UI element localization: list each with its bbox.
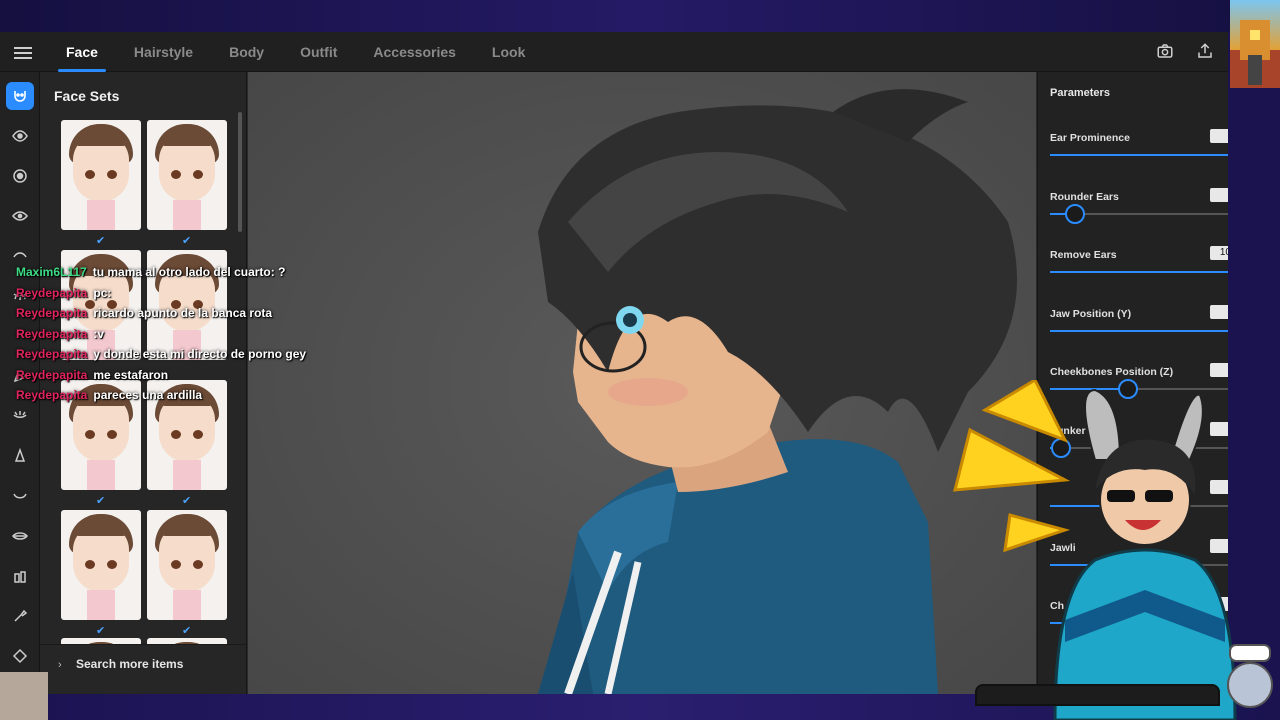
tab-accessories[interactable]: Accessories [355,32,474,72]
stream-chat-overlay: Maxim6L117 tu mama al otro lado del cuart… [16,262,376,406]
search-more-label: Search more items [76,657,184,671]
brush-icon[interactable] [6,602,34,630]
shape-icon[interactable] [6,642,34,670]
chat-username: Reydepapita [16,306,88,320]
parameter-label: Remove Ears [1050,249,1117,261]
webcam-thumbnail [0,672,48,720]
parameter-label: Jaw Position (Y) [1050,307,1132,320]
bottle-icon[interactable] [6,562,34,590]
face-set-thumbnail-1[interactable] [61,120,141,230]
parameter-row: Jaw Position (Y) 1.000 [1050,304,1228,363]
face-set-icon[interactable] [6,82,34,110]
face-sets-title: Face Sets [54,88,120,104]
parameter-value-field[interactable]: 100.000 [1210,246,1228,260]
parameter-label: Cheekbones Position (Z) [1050,366,1174,378]
chat-message: Reydepapita :v [16,324,376,345]
category-tabs: Face Hairstyle Body Outfit Accessories L… [48,32,543,72]
chat-message: Reydepapita me estafaron [16,365,376,386]
parameter-slider-knob[interactable] [1065,203,1086,224]
tablet-desk-overlay [975,684,1220,706]
chat-message: Reydepapita y donde esta mi directo de po… [16,344,376,365]
parameter-slider-track[interactable] [1050,271,1228,273]
top-bar: Face Hairstyle Body Outfit Accessories L… [0,32,1228,72]
chat-username: Reydepapita [16,285,88,300]
chat-message: Reydepapita pareces una ardilla [16,385,376,406]
parameter-value-field[interactable]: -0.290 [1210,363,1228,377]
parameter-value-field[interactable]: 0.084 [1210,187,1228,202]
face-set-thumbnail-7[interactable] [61,510,141,620]
lash-curve-icon[interactable] [6,402,34,430]
parameter-row: Ear Prominence 1.000 [1050,129,1228,187]
face-set-thumbnail-8[interactable] [147,510,227,620]
parameter-value-field[interactable]: 1.000 [1210,304,1228,319]
chat-text: :v [93,326,105,341]
parameter-label: Ear Prominence [1050,132,1130,144]
chevron-right-icon: › [58,659,62,671]
chat-text: y donde esta mi directo de porno gey [93,347,307,361]
camera-icon[interactable] [1156,42,1174,60]
parameter-row: Rounder Ears 0.084 [1050,187,1228,246]
share-icon[interactable] [1196,42,1214,60]
tab-hairstyle[interactable]: Hairstyle [116,32,211,72]
parameters-title: Parameters [1050,87,1110,99]
chat-text: pc: [93,285,112,300]
nose-icon[interactable] [6,442,34,470]
chat-username: Reydepapita [16,326,88,341]
parameter-label: Rounder Ears [1050,190,1119,203]
chat-text: ricardo apunto de la banca rota [93,306,273,320]
brow-icon[interactable] [6,162,34,190]
tab-body[interactable]: Body [211,32,282,72]
chat-message: Maxim6L117 tu mama al otro lado del cuart… [16,262,376,283]
check-icon: ✔ [96,625,106,637]
streamer-mascot-overlay [945,377,1280,720]
face-set-thumbnail-2[interactable] [147,120,227,230]
chat-message: Reydepapita pc: [16,283,376,304]
menu-icon[interactable] [14,44,32,60]
search-more-items-button[interactable]: › Search more items [40,644,246,694]
tab-outfit[interactable]: Outfit [282,32,355,72]
check-icon: ✔ [96,235,106,247]
parameter-value-field[interactable]: 1.000 [1210,129,1228,143]
secondary-video-feed [1230,0,1280,88]
chat-username: Reydepapita [16,367,88,382]
check-icon: ✔ [182,625,192,637]
face-sets-scrollbar[interactable] [238,112,242,232]
eye-outline-icon[interactable] [6,202,34,230]
chat-username: Maxim6L117 [16,265,87,279]
mouth-icon[interactable] [6,482,34,510]
chat-username: Reydepapita [16,347,88,361]
eye-icon[interactable] [6,122,34,150]
chat-username: Reydepapita [16,388,88,402]
parameter-slider-track[interactable] [1050,329,1228,332]
chat-text: me estafaron [93,367,169,382]
stream-top-band [0,0,1280,32]
lip-icon[interactable] [6,522,34,550]
check-icon: ✔ [182,495,192,507]
check-icon: ✔ [96,495,106,507]
tab-look[interactable]: Look [474,32,543,72]
chat-message: Reydepapita ricardo apunto de la banca ro… [16,303,376,324]
check-icon: ✔ [182,235,192,247]
chat-text: tu mama al otro lado del cuarto: ? [92,265,286,279]
parameter-row: Remove Ears 100.000 [1050,246,1228,304]
chat-text: pareces una ardilla [93,388,203,402]
parameter-slider-track[interactable] [1050,154,1228,156]
tab-face[interactable]: Face [48,32,116,72]
